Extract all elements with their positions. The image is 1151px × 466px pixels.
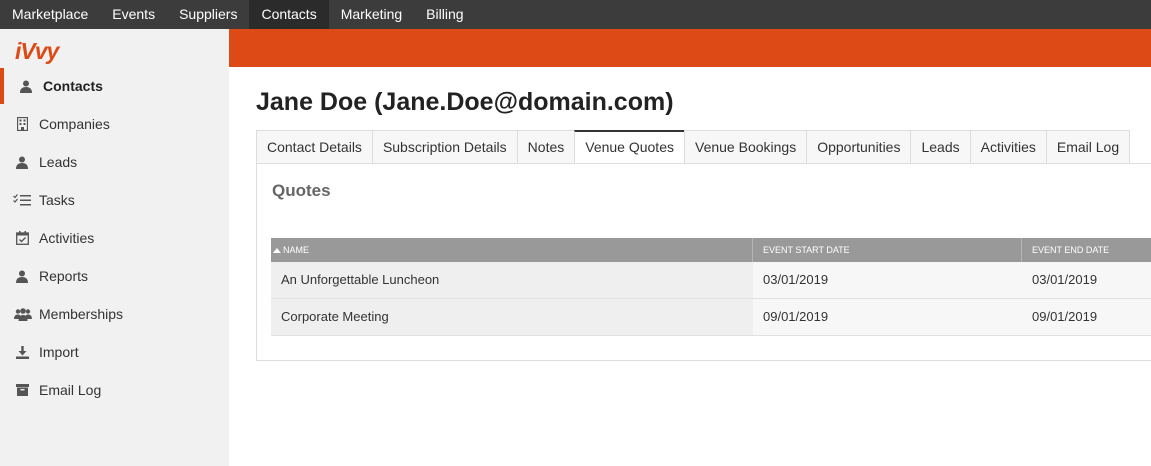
sidebar-item-label: Memberships [39,306,124,322]
column-header-event-end-date[interactable]: EVENT END DATE [1022,238,1151,262]
checklist-icon [12,193,32,207]
user-icon [15,269,29,283]
nav-suppliers[interactable]: Suppliers [167,0,249,29]
sidebar-item-activities[interactable]: Activities [0,220,229,256]
tab-subscription-details[interactable]: Subscription Details [371,130,517,164]
tab-venue-bookings[interactable]: Venue Bookings [684,130,807,164]
sidebar-item-label: Reports [39,268,89,284]
column-header-name[interactable]: NAME [271,238,753,262]
calendar-check-icon [15,231,29,245]
cell-event-end-date: 09/01/2019 [1022,299,1151,335]
user-icon [15,155,29,169]
sidebar-item-memberships[interactable]: Memberships [0,296,229,332]
building-icon [15,117,29,131]
tab-venue-quotes[interactable]: Venue Quotes [574,130,684,164]
sidebar-item-email-log[interactable]: Email Log [0,372,229,408]
quotes-table: NAME EVENT START DATE EVENT END DATE An … [271,238,1151,336]
sidebar-item-label: Companies [39,116,110,132]
sidebar-item-label: Tasks [39,192,75,208]
header-banner [229,29,1151,67]
cell-name: An Unforgettable Luncheon [271,262,753,298]
table-header: NAME EVENT START DATE EVENT END DATE [271,238,1151,262]
sidebar-item-tasks[interactable]: Tasks [0,182,229,218]
sidebar-item-label: Contacts [43,78,103,94]
user-icon [19,79,33,93]
column-header-event-start-date[interactable]: EVENT START DATE [753,238,1022,262]
sidebar-item-import[interactable]: Import [0,334,229,370]
cell-event-start-date: 03/01/2019 [753,262,1022,298]
sidebar-item-leads[interactable]: Leads [0,144,229,180]
tab-leads[interactable]: Leads [910,130,970,164]
table-row[interactable]: An Unforgettable Luncheon 03/01/2019 03/… [271,262,1151,299]
tab-activities[interactable]: Activities [969,130,1046,164]
section-title: Quotes [272,181,331,200]
tab-opportunities[interactable]: Opportunities [806,130,911,164]
sidebar-item-label: Leads [39,154,78,170]
top-navigation: Marketplace Events Suppliers Contacts Ma… [0,0,1151,29]
download-icon [15,345,29,359]
table-row[interactable]: Corporate Meeting 09/01/2019 09/01/2019 [271,299,1151,336]
sidebar-item-label: Email Log [39,382,102,398]
sort-ascending-icon [273,247,281,253]
sidebar-item-contacts[interactable]: Contacts [0,68,229,104]
nav-events[interactable]: Events [100,0,167,29]
ivvy-logo[interactable]: iVvy [15,38,59,64]
cell-event-end-date: 03/01/2019 [1022,262,1151,298]
nav-marketplace[interactable]: Marketplace [0,0,100,29]
sidebar-item-reports[interactable]: Reports [0,258,229,294]
archive-icon [15,383,29,397]
venue-quotes-panel: Quotes NAME EVENT START DATE EVENT END D… [256,163,1151,361]
nav-marketing[interactable]: Marketing [329,0,414,29]
sidebar-item-label: Import [39,344,79,360]
sidebar-item-label: Activities [39,230,95,246]
tab-notes[interactable]: Notes [516,130,575,164]
cell-name: Corporate Meeting [271,299,753,335]
cell-event-start-date: 09/01/2019 [753,299,1022,335]
tab-contact-details[interactable]: Contact Details [256,130,372,164]
nav-billing[interactable]: Billing [414,0,475,29]
page-title: Jane Doe (Jane.Doe@domain.com) [256,88,674,116]
sidebar: iVvy Contacts Companies Leads Tasks Acti… [0,29,229,466]
nav-contacts[interactable]: Contacts [249,0,329,29]
sidebar-item-companies[interactable]: Companies [0,106,229,142]
users-icon [14,307,32,321]
tab-email-log[interactable]: Email Log [1045,130,1131,164]
contact-tabs: Contact Details Subscription Details Not… [256,130,1131,164]
